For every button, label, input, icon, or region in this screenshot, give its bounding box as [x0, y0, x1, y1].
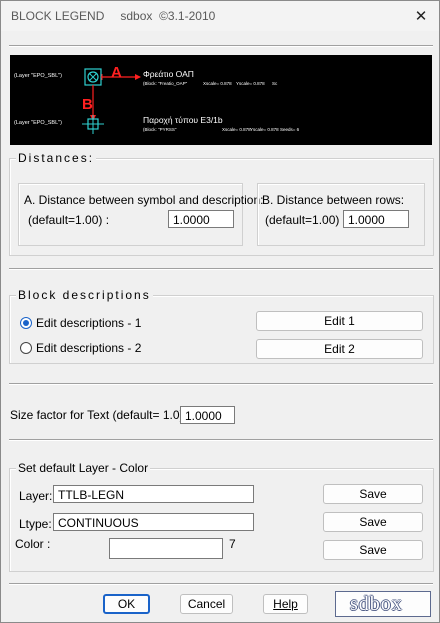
ok-button[interactable]: OK: [103, 594, 150, 614]
row1-block: (Block: "Freatio_OAP": [143, 81, 188, 86]
block-descriptions-title: Block descriptions: [16, 288, 153, 302]
symbol-freatio-icon: [84, 68, 102, 86]
distance-b-input[interactable]: 1.0000: [343, 210, 409, 228]
symbol-paroxi-icon: [82, 115, 104, 134]
row2-description: Παροχή τύπου Ε3/1b: [143, 115, 223, 125]
block-legend-dialog: BLOCK LEGEND sdbox ©3.1-2010 ✕ A B (Laye…: [0, 0, 440, 623]
save-color-button[interactable]: Save: [323, 540, 423, 560]
color-label: Color :: [15, 537, 51, 551]
save-layer-button[interactable]: Save: [323, 484, 423, 504]
color-swatch-input[interactable]: [109, 538, 223, 559]
sdbox-logo: sdbox: [335, 591, 431, 617]
edit-descriptions-1-label[interactable]: Edit descriptions - 1: [36, 316, 141, 330]
separator: [9, 383, 433, 385]
row1-yscale: Yscale= 0.878: [236, 81, 265, 86]
distance-a-label: A. Distance between symbol and descripti…: [24, 193, 264, 207]
row1-extra: Sc: [272, 81, 278, 86]
separator: [9, 268, 433, 270]
ltype-input[interactable]: CONTINUOUS: [53, 513, 254, 531]
help-button[interactable]: Help: [263, 594, 308, 614]
distances-title: Distances:: [16, 151, 97, 165]
row2-block: (Block: "PYRSS": [143, 127, 177, 132]
distance-b-label: B. Distance between rows:: [262, 193, 405, 207]
preview-drawing: A B (Layer "EPO_SBL") Φρεάτιο ΟΑΠ (Block…: [14, 64, 300, 134]
layer-input[interactable]: TTLB-LEGN: [53, 485, 254, 503]
separator: [9, 583, 433, 585]
window-title-text: BLOCK LEGEND: [11, 9, 105, 23]
row2-yscale: Yscale= 0.878: [250, 127, 279, 132]
cancel-button[interactable]: Cancel: [180, 594, 233, 614]
size-factor-label: Size factor for Text (default= 1.0) :: [10, 408, 191, 422]
layer-color-title: Set default Layer - Color: [16, 461, 151, 475]
marker-a: A: [111, 64, 122, 81]
window-title: BLOCK LEGEND sdbox ©3.1-2010: [11, 9, 215, 23]
marker-b: B: [82, 96, 93, 113]
legend-preview: A B (Layer "EPO_SBL") Φρεάτιο ΟΑΠ (Block…: [10, 55, 432, 145]
color-index: 7: [229, 537, 236, 551]
row1-description: Φρεάτιο ΟΑΠ: [143, 69, 194, 79]
row1-layer: (Layer "EPO_SBL"): [14, 73, 62, 79]
window-title-app: sdbox: [120, 9, 153, 23]
edit-descriptions-2-radio[interactable]: [20, 342, 32, 354]
edit-descriptions-1-radio[interactable]: [20, 317, 32, 329]
distance-a-default-label: (default=1.00) :: [28, 213, 110, 227]
title-bar: BLOCK LEGEND sdbox ©3.1-2010 ✕: [1, 1, 439, 31]
row2-layer: (Layer "EPO_SBL"): [14, 120, 62, 126]
row2-extra: Seeds= 6: [280, 127, 300, 132]
row2-xscale: Xscale= 0.878: [222, 127, 251, 132]
distance-a-input[interactable]: 1.0000: [168, 210, 234, 228]
edit-1-button[interactable]: Edit 1: [256, 311, 423, 331]
row1-xscale: Xscale= 0.878: [203, 81, 232, 86]
save-ltype-button[interactable]: Save: [323, 512, 423, 532]
window-title-version: ©3.1-2010: [159, 9, 216, 23]
separator: [9, 45, 433, 47]
ltype-label: Ltype:: [19, 517, 52, 531]
edit-descriptions-2-label[interactable]: Edit descriptions - 2: [36, 341, 141, 355]
distance-b-default-label: (default=1.00) :: [265, 213, 347, 227]
separator: [9, 439, 433, 441]
close-icon[interactable]: ✕: [413, 7, 429, 25]
sdbox-logo-text: sdbox: [350, 593, 403, 615]
size-factor-input[interactable]: 1.0000: [180, 406, 235, 424]
layer-label: Layer:: [19, 489, 53, 503]
edit-2-button[interactable]: Edit 2: [256, 339, 423, 359]
